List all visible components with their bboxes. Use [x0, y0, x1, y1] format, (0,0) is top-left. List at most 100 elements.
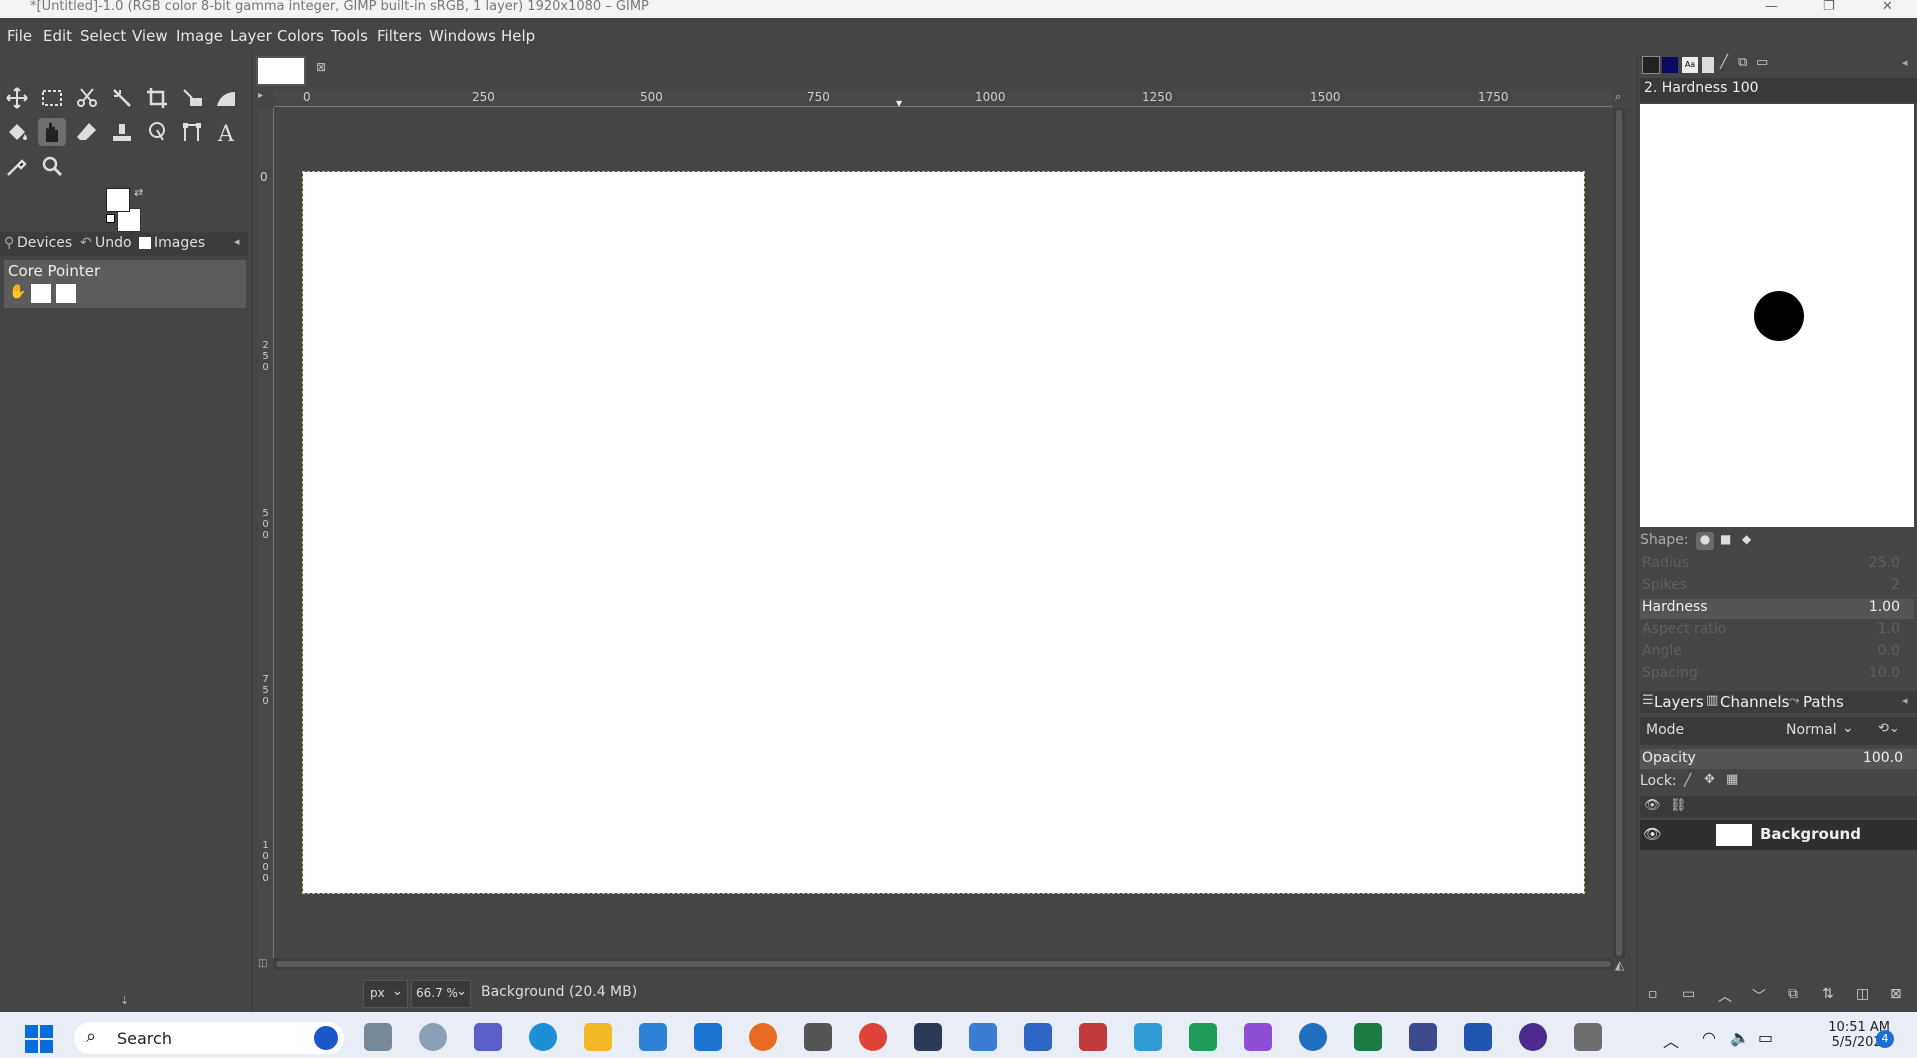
impress-app-icon[interactable] [1244, 1023, 1272, 1051]
tab-undo[interactable]: Undo [95, 235, 132, 251]
eye-icon[interactable]: 👁 [1643, 825, 1662, 843]
image-canvas[interactable] [302, 171, 1585, 894]
file-explorer-icon[interactable] [584, 1023, 612, 1051]
calculator-icon[interactable] [804, 1023, 832, 1051]
radius-field[interactable]: Radius 25.0 [1640, 555, 1914, 575]
clock[interactable]: 10:51 AM 5/5/2023 [1790, 1020, 1890, 1056]
taskbar-search[interactable]: ⌕ Search [74, 1022, 344, 1054]
text-tool-icon[interactable]: A [213, 118, 241, 146]
vertical-ruler[interactable]: 0 250 500 750 1000 [257, 108, 274, 958]
tab-channels[interactable]: Channels [1720, 693, 1789, 711]
mode-select[interactable]: Normal [1786, 722, 1837, 738]
zoom-select[interactable]: 66.7 % ⌄ [411, 980, 471, 1008]
menu-colors[interactable]: Colors [277, 27, 324, 45]
angle-field[interactable]: Angle 0.0 [1640, 643, 1914, 663]
horizontal-scrollbar[interactable] [274, 958, 1613, 970]
spikes-field[interactable]: Spikes 2 [1640, 577, 1914, 597]
paths-tool-icon[interactable] [178, 118, 206, 146]
smudge-tool-icon[interactable] [38, 118, 66, 146]
move-tool-icon[interactable] [3, 84, 31, 112]
close-image-icon[interactable]: ⊠ [316, 60, 326, 74]
minimize-button[interactable]: — [1765, 0, 1778, 14]
gradients-tab-icon[interactable]: ▭ [1756, 55, 1768, 70]
fonts-tab-icon[interactable]: Aa [1682, 57, 1698, 73]
dock-menu-icon[interactable]: ◂ [1902, 56, 1908, 69]
composite-mode-icon[interactable]: ⟲⌄ [1878, 721, 1900, 736]
tab-devices[interactable]: Devices [17, 235, 72, 251]
new-layer-icon[interactable]: ▫ [1648, 986, 1658, 1002]
volume-icon[interactable]: 🔈 [1730, 1028, 1750, 1047]
zoom-follow-icon[interactable]: ⌕ [1615, 90, 1627, 104]
diamond-shape-icon[interactable]: ◆ [1742, 532, 1751, 546]
menu-tools[interactable]: Tools [331, 27, 368, 45]
restore-button[interactable]: ❐ [1823, 0, 1835, 14]
tab-paths[interactable]: Paths [1803, 693, 1844, 711]
patterns-tab-icon[interactable]: ⧉ [1738, 55, 1747, 70]
new-layer-group-icon[interactable]: ▭ [1682, 986, 1695, 1002]
hardness-field[interactable]: Hardness 1.00 [1640, 599, 1914, 619]
unified-transform-tool-icon[interactable] [178, 84, 206, 112]
lock-alpha-icon[interactable]: ▦ [1726, 772, 1738, 787]
crop-tool-icon[interactable] [143, 84, 171, 112]
musescore-icon[interactable] [1299, 1023, 1327, 1051]
square-shape-icon[interactable]: ■ [1720, 532, 1731, 546]
spreadsheet-app-icon[interactable] [1189, 1023, 1217, 1051]
dock-menu-icon[interactable]: ◂ [234, 235, 240, 248]
menu-select[interactable]: Select [80, 27, 126, 45]
merge-down-icon[interactable]: ⇅ [1822, 986, 1834, 1002]
excel-icon[interactable] [1354, 1023, 1382, 1051]
rect-select-tool-icon[interactable] [38, 84, 66, 112]
clone-tool-icon[interactable] [108, 118, 136, 146]
bucket-fill-tool-icon[interactable] [3, 118, 31, 146]
store-icon[interactable] [639, 1023, 667, 1051]
layer-row[interactable]: 👁 Background [1640, 820, 1917, 850]
navigate-icon[interactable]: ◫ [258, 958, 270, 970]
menu-image[interactable]: Image [176, 27, 223, 45]
lock-pixels-icon[interactable]: ╱ [1684, 773, 1691, 787]
close-button[interactable]: ✕ [1882, 0, 1893, 14]
menu-view[interactable]: View [132, 27, 168, 45]
eraser-tool-icon[interactable] [73, 118, 101, 146]
dock-menu-icon[interactable]: ◂ [1902, 694, 1908, 707]
vertical-scrollbar[interactable] [1613, 108, 1625, 958]
teams-icon[interactable] [474, 1023, 502, 1051]
free-select-tool-icon[interactable] [73, 84, 101, 112]
bing-icon[interactable] [314, 1026, 338, 1050]
menu-help[interactable]: Help [501, 27, 535, 45]
task-view-icon[interactable] [364, 1023, 392, 1051]
start-icon[interactable] [25, 1025, 53, 1053]
app-icon[interactable] [914, 1023, 942, 1051]
unit-select[interactable]: px ⌄ [363, 980, 408, 1008]
colors-tab-icon[interactable] [1662, 57, 1678, 73]
document-app-icon[interactable] [1024, 1023, 1052, 1051]
notification-badge[interactable]: 4 [1876, 1030, 1894, 1048]
layer-mask-icon[interactable]: ◫ [1856, 986, 1869, 1002]
menu-filters[interactable]: Filters [377, 27, 422, 45]
color-picker-tool-icon[interactable] [3, 152, 31, 180]
quick-mask-menu-icon[interactable]: ▸ [258, 90, 272, 104]
horizontal-ruler[interactable]: 0 250 500 750 1000 1250 1500 1750 ▼ [274, 89, 1612, 108]
duplicate-layer-icon[interactable]: ⧉ [1788, 986, 1798, 1002]
aspect-ratio-field[interactable]: Aspect ratio 1.0 [1640, 621, 1914, 641]
navigate-image-icon[interactable]: ◭ [1615, 958, 1624, 972]
zoom-tool-icon[interactable] [38, 152, 66, 180]
chrome-icon[interactable] [859, 1023, 887, 1051]
gimp-icon[interactable] [1574, 1023, 1602, 1051]
image-tab-thumbnail[interactable] [256, 56, 306, 86]
app-icon[interactable] [969, 1023, 997, 1051]
raise-layer-icon[interactable]: ︿ [1718, 986, 1732, 1006]
heal-tool-icon[interactable] [143, 118, 171, 146]
mail-icon[interactable] [694, 1023, 722, 1051]
opacity-field[interactable]: Opacity 100.0 [1640, 749, 1917, 769]
edge-icon[interactable] [529, 1023, 557, 1051]
menu-layer[interactable]: Layer [230, 27, 272, 45]
spacing-field[interactable]: Spacing 10.0 [1640, 665, 1914, 685]
fuzzy-select-tool-icon[interactable] [108, 84, 136, 112]
lock-position-icon[interactable]: ✥ [1704, 772, 1715, 787]
toolbox-resize-icon[interactable]: ⇣ [120, 994, 129, 1007]
show-hidden-icons-icon[interactable]: ︿ [1663, 1028, 1679, 1052]
snipping-tool-icon[interactable] [1079, 1023, 1107, 1051]
brushes-tab-icon[interactable]: ╱ [1720, 55, 1728, 70]
menu-windows[interactable]: Windows [429, 27, 496, 45]
document-tab-icon[interactable] [1702, 57, 1714, 73]
